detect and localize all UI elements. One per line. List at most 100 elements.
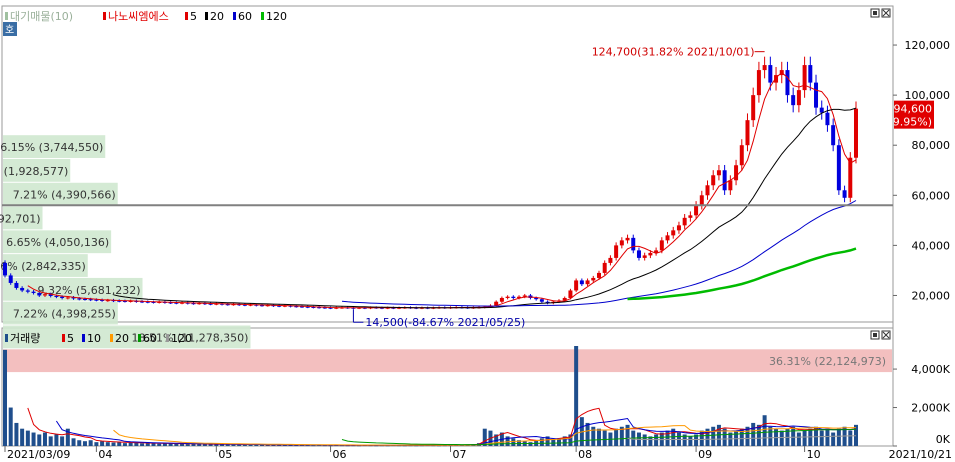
candle [796, 90, 801, 106]
candle [8, 275, 13, 283]
candle [614, 245, 619, 258]
candle [574, 280, 579, 291]
supply-bar-label: 4.66% (2,842,335) [0, 260, 86, 273]
volume-y-tick-label: 4,000K [911, 363, 950, 376]
candle [619, 240, 624, 246]
legend-swatch [5, 12, 8, 20]
volume-bar [688, 436, 693, 446]
volume-bar [14, 422, 19, 446]
legend-ma-label: 20 [210, 10, 224, 23]
volume-bar [8, 407, 13, 446]
candle [682, 217, 687, 226]
volume-bar [37, 434, 42, 446]
legend-swatch [166, 334, 169, 342]
candle [636, 250, 641, 258]
legend-ma-label: 60 [143, 332, 157, 345]
y-tick-label: 20,000 [912, 289, 951, 302]
volume-bar [654, 434, 659, 446]
candle [82, 298, 87, 300]
volume-bar [25, 430, 30, 446]
candle [579, 280, 584, 285]
x-tick-label: 05 [218, 448, 232, 461]
candle [751, 95, 756, 121]
stock-chart: 6.15% (3,744,550) 3.17% (1,928,577) 7.21% … [0, 5, 952, 461]
volume-bar [88, 440, 93, 446]
maximize-icon-fill [873, 11, 877, 15]
legend-swatch [82, 334, 85, 342]
y-tick-label: 40,000 [912, 239, 951, 252]
candle [568, 290, 573, 298]
candle [20, 287, 25, 291]
legend-stock-name: 나노씨엠에스 [108, 10, 169, 23]
current-change: ( 29.95%) [878, 116, 932, 129]
legend-ma-label: 120 [171, 332, 192, 345]
legend-swatch [205, 12, 208, 20]
candle [745, 120, 750, 146]
candle [825, 112, 830, 126]
volume-bar [185, 444, 190, 446]
legend-ma-label: 5 [67, 332, 74, 345]
volume-bar [202, 444, 207, 446]
volume-bar [122, 443, 127, 446]
candle [608, 257, 613, 263]
volume-bar [796, 432, 801, 446]
volume-bar [157, 443, 162, 446]
volume-bar [596, 428, 601, 446]
candle [3, 262, 7, 276]
legend-swatch [62, 334, 65, 342]
candle [602, 262, 607, 273]
candle [791, 95, 796, 106]
volume-bar [642, 434, 647, 446]
volume-bar [128, 442, 133, 446]
candle [505, 296, 510, 298]
volume-bar [819, 430, 824, 446]
candle [671, 230, 676, 236]
price-legend: 대기매물(10) 나노씨엠에스 5 20 60 120 [5, 10, 287, 23]
volume-bar [31, 432, 36, 446]
y-tick-label: 80,000 [912, 139, 951, 152]
volume-y-tick-label: 2,000K [911, 402, 950, 415]
maximize-icon-fill [873, 333, 877, 337]
volume-bar [20, 428, 25, 446]
candle [54, 295, 59, 297]
candle [631, 237, 636, 251]
y-tick-label: 120,000 [905, 39, 951, 52]
candle [585, 280, 590, 285]
candle [831, 125, 836, 146]
volume-bar [768, 426, 773, 446]
volume-bar [60, 436, 65, 446]
candle [722, 170, 727, 191]
candle [511, 296, 516, 298]
candle [728, 180, 733, 191]
volume-legend-label: 거래량 [10, 332, 40, 345]
candle [785, 70, 790, 96]
volume-y-tick-label: 0K [936, 433, 951, 446]
candle [808, 65, 813, 83]
legend-swatch [5, 334, 8, 342]
legend-ma-label: 120 [266, 10, 287, 23]
legend-swatch [233, 12, 236, 20]
legend-supply-label: 대기매물(10) [10, 10, 73, 23]
volume-bar [614, 428, 619, 446]
candle [625, 237, 630, 241]
candle [762, 65, 767, 71]
supply-bar [3, 349, 892, 373]
candle [854, 108, 858, 158]
legend-ma-label: 20 [115, 332, 129, 345]
candle [819, 107, 824, 113]
volume-bar [528, 442, 533, 446]
candle [699, 195, 704, 206]
volume-bar [825, 428, 830, 446]
x-tick-label: 09 [698, 448, 712, 461]
legend-swatch [138, 334, 141, 342]
supply-bar-label: 6.15% (3,744,550) [0, 141, 103, 154]
candle [688, 215, 693, 218]
candle [756, 70, 761, 96]
volume-bar [54, 434, 59, 446]
volume-bar [791, 426, 796, 446]
supply-bar-label: 6.65% (4,050,136) [6, 236, 109, 249]
candle [665, 235, 670, 241]
candle [65, 297, 70, 299]
volume-bar [94, 442, 99, 446]
legend-swatch [185, 12, 188, 20]
